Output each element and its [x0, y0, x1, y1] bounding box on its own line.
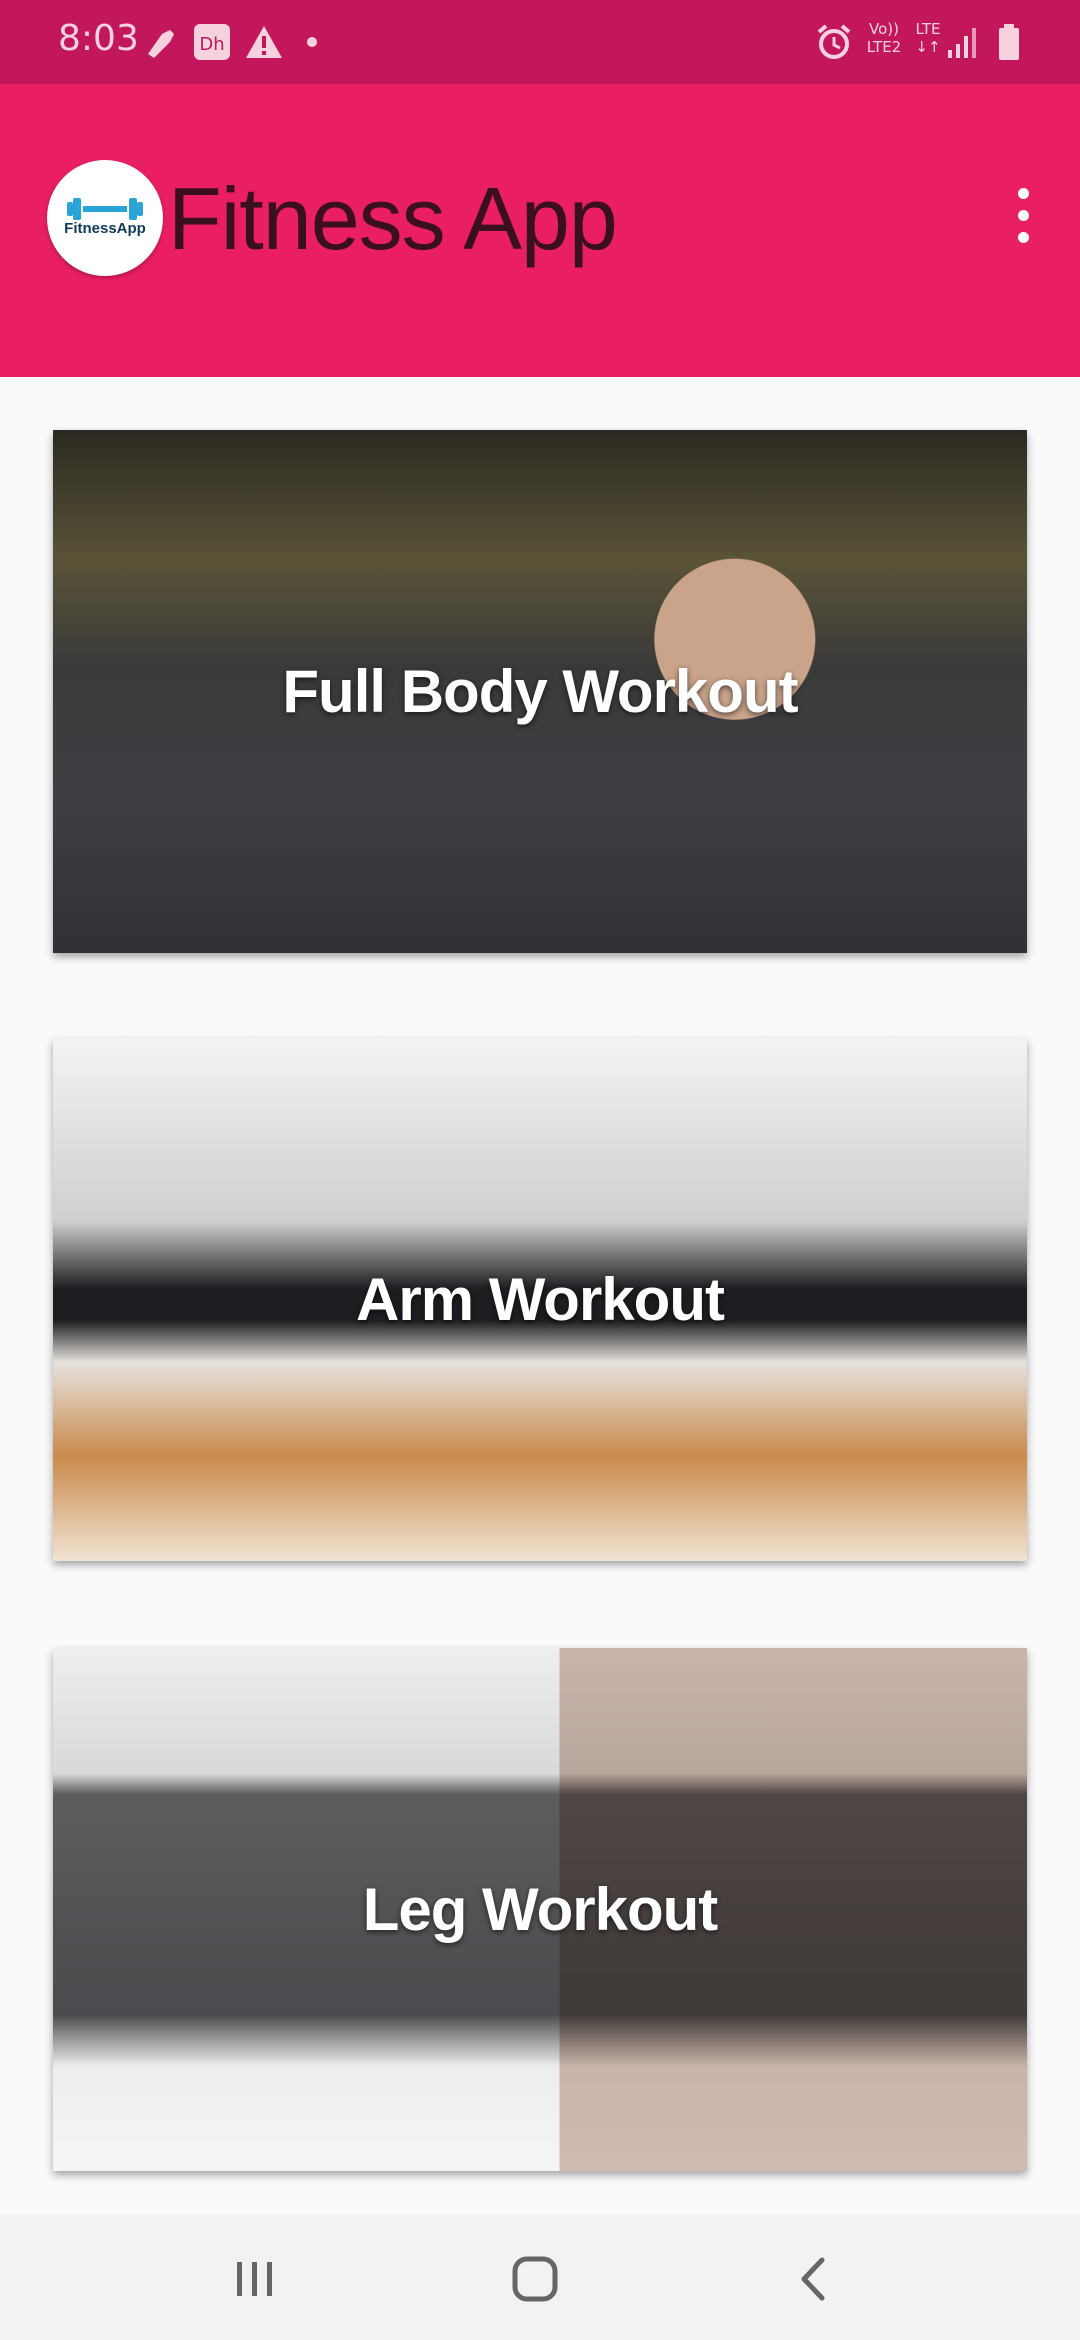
back-icon[interactable]: [780, 2244, 850, 2314]
notification-icon: [148, 30, 174, 58]
lte-icon: LTE ↓↑: [910, 20, 946, 64]
warning-icon: [246, 26, 282, 58]
data-arrows-icon: ↓↑: [915, 38, 941, 56]
app-icon: Dh: [194, 24, 230, 60]
workout-card-arm[interactable]: Arm Workout: [53, 1038, 1027, 1561]
battery-icon: [999, 24, 1019, 60]
svg-text:Dh: Dh: [199, 34, 224, 55]
signal-icon: [948, 28, 976, 58]
system-nav-bar: [0, 2214, 1080, 2340]
home-icon[interactable]: [500, 2244, 570, 2314]
network-label-1: Vo)): [869, 20, 899, 38]
app-logo: FitnessApp: [47, 160, 163, 276]
status-bar: 8:03 Dh Vo)) LTE2 LTE ↓↑: [0, 0, 1080, 84]
logo-text: FitnessApp: [64, 220, 146, 237]
workout-card-label: Arm Workout: [356, 1266, 725, 1333]
workout-card-label: Leg Workout: [362, 1876, 719, 1943]
more-options-icon[interactable]: [1000, 176, 1048, 256]
recent-apps-icon[interactable]: [220, 2244, 290, 2314]
alarm-icon: [817, 24, 851, 59]
status-time: 8:03: [58, 18, 139, 59]
network-label-2: LTE2: [866, 38, 902, 56]
workout-card-full-body[interactable]: Full Body Workout: [53, 430, 1027, 953]
workout-card-leg[interactable]: Leg Workout: [53, 1648, 1027, 2171]
workout-card-label: Full Body Workout: [282, 658, 798, 725]
network-label-3: LTE: [915, 20, 941, 38]
page-title: Fitness App: [168, 169, 618, 268]
dot-icon: [307, 37, 317, 47]
volte-icon: Vo)) LTE2: [860, 20, 908, 64]
